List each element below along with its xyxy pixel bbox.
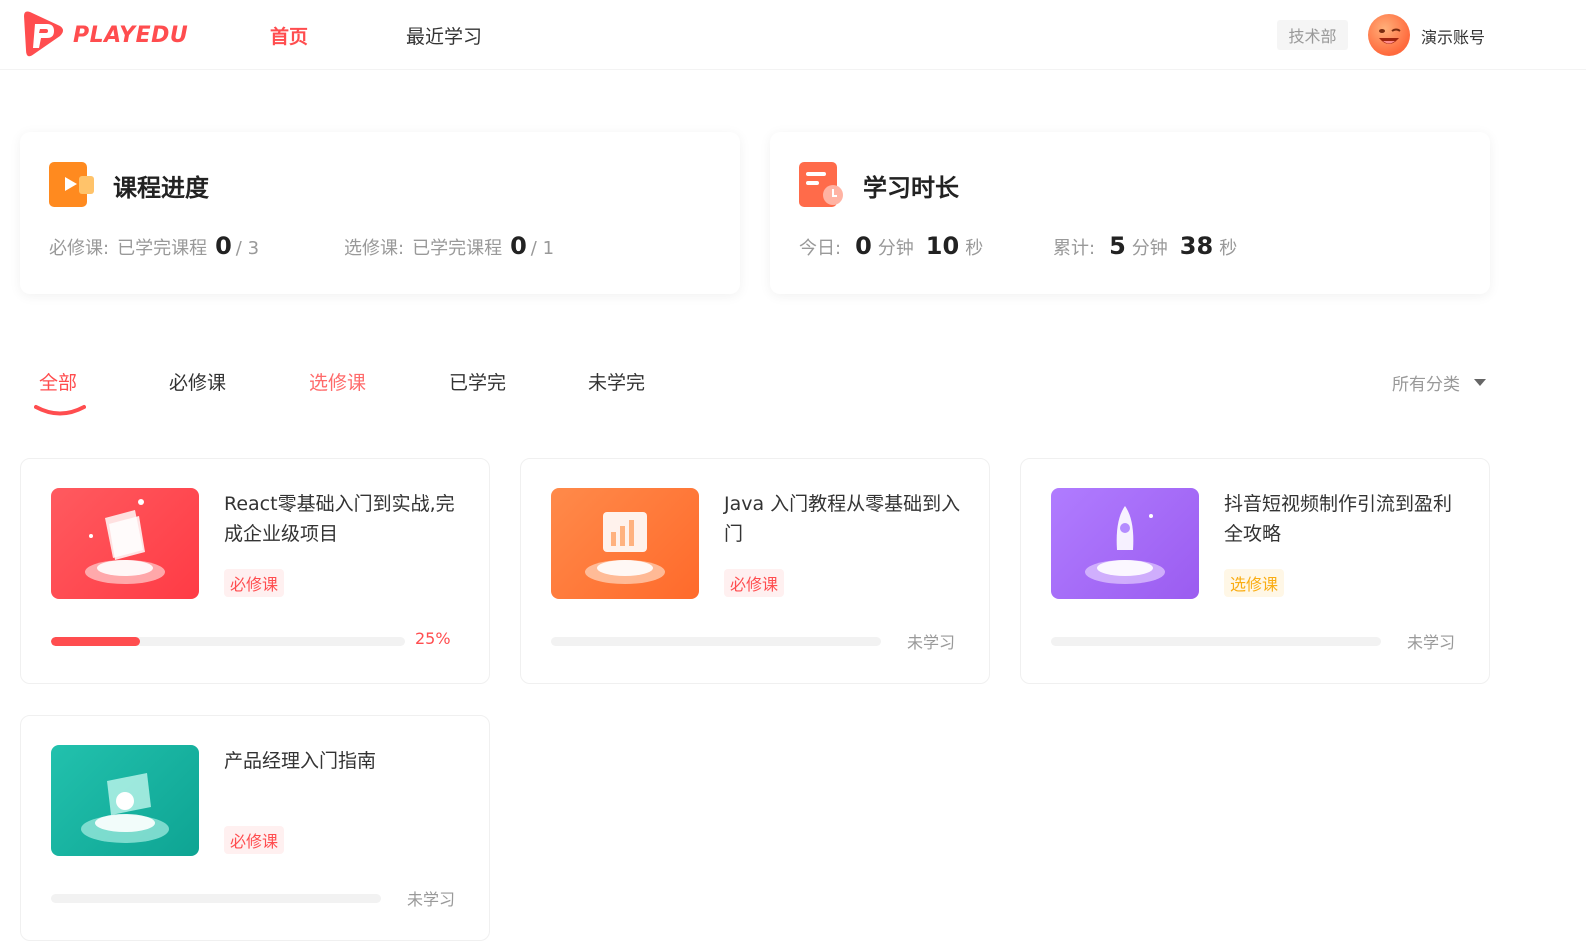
study-duration-card: 学习时长 今日: 0 分钟 10 秒 累计: 5 分钟 38 秒 (770, 132, 1490, 294)
course-title[interactable]: Java 入门教程从零基础到入门 (724, 489, 964, 549)
today-seconds: 10 (925, 232, 960, 260)
today-label: 今日: (799, 238, 842, 259)
course-cover (551, 488, 699, 599)
username[interactable]: 演示账号 (1421, 24, 1485, 48)
course-tag-required: 必修课 (724, 569, 785, 597)
course-progress-fill (51, 637, 140, 646)
tab-elective[interactable]: 选修课 (309, 368, 366, 395)
required-total: / 3 (235, 238, 260, 259)
video-course-icon (49, 162, 94, 207)
tab-active-underline (34, 405, 86, 416)
calendar-clock-icon (799, 162, 843, 207)
today-duration: 今日: 0 分钟 10 秒 (799, 232, 991, 260)
avatar[interactable] (1368, 14, 1410, 56)
logo-text: PLAYEDU (73, 22, 189, 48)
course-cover (1051, 488, 1199, 599)
course-progress-label: 25% (415, 629, 451, 648)
total-minute-unit: 分钟 (1131, 238, 1168, 259)
elective-done-value: 0 (510, 232, 527, 260)
course-progress-label: 未学习 (1407, 633, 1456, 652)
course-title[interactable]: 产品经理入门指南 (224, 746, 464, 776)
elective-progress: 选修课: 已学完课程 0 / 1 (344, 232, 554, 260)
tab-required[interactable]: 必修课 (169, 368, 226, 395)
course-tag-required: 必修课 (224, 569, 285, 597)
required-progress: 必修课: 已学完课程 0 / 3 (49, 232, 259, 260)
course-progress-bar (551, 637, 881, 646)
chart-board-illustration-icon (585, 512, 665, 584)
course-tag-elective: 选修课 (1224, 569, 1285, 597)
tab-completed[interactable]: 已学完 (449, 368, 506, 395)
course-progress-label: 未学习 (407, 890, 456, 909)
elective-sub: 已学完课程 (412, 238, 503, 259)
folder-illustration-icon (85, 499, 165, 584)
course-progress-bar (51, 637, 405, 646)
elective-label: 选修课: (344, 238, 405, 259)
rocket-illustration-icon (1085, 506, 1165, 584)
tab-incomplete[interactable]: 未学完 (588, 368, 645, 395)
category-filter-label: 所有分类 (1392, 375, 1460, 395)
tab-all[interactable]: 全部 (39, 368, 77, 395)
total-duration: 累计: 5 分钟 38 秒 (1053, 232, 1245, 260)
course-title[interactable]: React零基础入门到实战,完成企业级项目 (224, 489, 464, 549)
required-label: 必修课: (49, 238, 110, 259)
course-card-java[interactable]: Java 入门教程从零基础到入门 必修课 未学习 (520, 458, 990, 684)
today-minute-unit: 分钟 (877, 238, 914, 259)
study-duration-title: 学习时长 (863, 174, 959, 202)
course-card-product-manager[interactable]: 产品经理入门指南 必修课 未学习 (20, 715, 490, 941)
today-second-unit: 秒 (965, 238, 984, 259)
total-second-unit: 秒 (1219, 238, 1238, 259)
elective-total: / 1 (530, 238, 555, 259)
nav-recent[interactable]: 最近学习 (406, 22, 482, 49)
logo[interactable]: PLAYEDU (20, 10, 188, 60)
course-title[interactable]: 抖音短视频制作引流到盈利全攻略 (1224, 489, 1464, 549)
total-seconds: 38 (1179, 232, 1214, 260)
course-card-douyin[interactable]: 抖音短视频制作引流到盈利全攻略 选修课 未学习 (1020, 458, 1490, 684)
nav-home[interactable]: 首页 (270, 22, 308, 49)
course-progress-bar (51, 894, 381, 903)
required-sub: 已学完课程 (117, 238, 208, 259)
course-cover (51, 745, 199, 856)
course-progress-title: 课程进度 (113, 174, 209, 202)
department-badge[interactable]: 技术部 (1277, 20, 1348, 50)
course-card-react[interactable]: React零基础入门到实战,完成企业级项目 必修课 25% (20, 458, 490, 684)
today-minutes: 0 (855, 232, 872, 260)
course-progress-card: 课程进度 必修课: 已学完课程 0 / 3 选修课: 已学完课程 0 / 1 (20, 132, 740, 294)
avatar-face-icon (1379, 28, 1401, 44)
required-done-value: 0 (215, 232, 232, 260)
course-progress-bar (1051, 637, 1381, 646)
course-cover (51, 488, 199, 599)
course-progress-label: 未学习 (907, 633, 956, 652)
top-header: PLAYEDU 首页 最近学习 技术部 演示账号 (0, 0, 1586, 70)
course-tag-required: 必修课 (224, 826, 285, 854)
total-minutes: 5 (1109, 232, 1126, 260)
caret-down-icon (1474, 379, 1486, 386)
category-filter-dropdown[interactable]: 所有分类 (1392, 370, 1486, 395)
total-label: 累计: (1053, 238, 1096, 259)
screen-illustration-icon (81, 773, 169, 843)
playedu-logo-icon (24, 11, 63, 57)
